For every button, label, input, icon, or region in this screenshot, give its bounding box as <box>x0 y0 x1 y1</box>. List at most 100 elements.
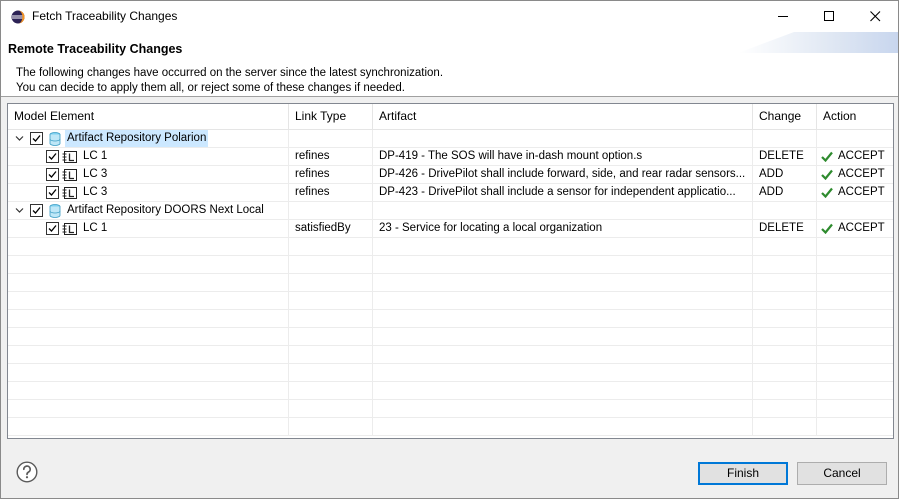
group-checkbox[interactable] <box>30 204 43 217</box>
lifecycle-element-icon <box>62 151 77 163</box>
dialog-window: Fetch Traceability Changes Remote Tracea… <box>0 0 899 499</box>
grid-cell <box>8 382 289 399</box>
artifact-cell <box>373 130 753 147</box>
grid-cell <box>289 346 373 363</box>
check-accept-icon <box>821 223 833 234</box>
column-header-action[interactable]: Action <box>817 104 893 130</box>
grid-cell <box>289 364 373 381</box>
link-type-cell <box>289 202 373 219</box>
element-label: LC 3 <box>83 186 108 198</box>
empty-row <box>8 364 893 382</box>
group-label[interactable]: Artifact Repository Polarion <box>65 130 209 147</box>
lifecycle-element-icon <box>62 169 77 181</box>
grid-cell <box>289 238 373 255</box>
chevron-down-icon[interactable] <box>15 206 24 215</box>
grid-cell <box>289 292 373 309</box>
title-bar[interactable]: Fetch Traceability Changes <box>1 1 898 32</box>
grid-cell <box>289 256 373 273</box>
change-cell <box>753 202 817 219</box>
grid-cell <box>373 328 753 345</box>
checkmark-icon <box>48 189 57 196</box>
grid-cell <box>373 400 753 417</box>
eclipse-icon <box>11 10 25 24</box>
tree-row-group[interactable]: Artifact Repository DOORS Next Local <box>8 202 893 220</box>
action-cell[interactable]: ACCEPT <box>817 166 893 183</box>
action-cell[interactable]: ACCEPT <box>817 220 893 237</box>
tree-row-group[interactable]: Artifact Repository Polarion <box>8 130 893 148</box>
group-label[interactable]: Artifact Repository DOORS Next Local <box>67 202 264 219</box>
grid-cell <box>373 346 753 363</box>
artifact-cell: DP-426 - DrivePilot shall include forwar… <box>373 166 753 183</box>
changes-tree-table[interactable]: Model Element Link Type Artifact Change … <box>7 103 894 439</box>
row-checkbox[interactable] <box>46 168 59 181</box>
empty-row <box>8 256 893 274</box>
element-label: LC 1 <box>83 150 108 162</box>
tree-row-link[interactable]: LC 3 refines DP-426 - DrivePilot shall i… <box>8 166 893 184</box>
change-cell: ADD <box>753 184 817 201</box>
tree-row-link[interactable]: LC 1 refines DP-419 - The SOS will have … <box>8 148 893 166</box>
grid-cell <box>8 328 289 345</box>
row-checkbox[interactable] <box>46 186 59 199</box>
grid-cell <box>8 346 289 363</box>
grid-cell <box>753 274 817 291</box>
change-cell <box>753 130 817 147</box>
empty-row <box>8 400 893 418</box>
change-cell: DELETE <box>753 220 817 237</box>
grid-cell <box>373 292 753 309</box>
link-type-cell <box>289 130 373 147</box>
help-icon[interactable] <box>16 461 38 483</box>
grid-cell <box>289 382 373 399</box>
link-type-cell: satisfiedBy <box>289 220 373 237</box>
tree-row-link[interactable]: LC 1 satisfiedBy 23 - Service for locati… <box>8 220 893 238</box>
grid-cell <box>8 310 289 327</box>
action-cell[interactable]: ACCEPT <box>817 148 893 165</box>
maximize-icon <box>823 11 834 21</box>
action-label: ACCEPT <box>838 186 885 198</box>
cancel-button[interactable]: Cancel <box>797 462 887 485</box>
empty-row <box>8 310 893 328</box>
link-type-cell: refines <box>289 184 373 201</box>
checkmark-icon <box>48 225 57 232</box>
grid-cell <box>289 274 373 291</box>
action-label: ACCEPT <box>838 150 885 162</box>
row-checkbox[interactable] <box>46 150 59 163</box>
group-checkbox[interactable] <box>30 132 43 145</box>
row-checkbox[interactable] <box>46 222 59 235</box>
empty-row <box>8 328 893 346</box>
grid-cell <box>373 274 753 291</box>
lifecycle-element-icon <box>62 223 77 235</box>
grid-cell <box>753 382 817 399</box>
model-element-cell: LC 3 <box>8 166 289 183</box>
artifact-cell: DP-423 - DrivePilot shall include a sens… <box>373 184 753 201</box>
grid-cell <box>373 310 753 327</box>
header-banner <box>738 32 898 53</box>
finish-button[interactable]: Finish <box>698 462 788 485</box>
grid-cell <box>373 418 753 435</box>
column-header-artifact[interactable]: Artifact <box>373 104 753 130</box>
chevron-down-icon[interactable] <box>15 134 24 143</box>
close-button[interactable] <box>852 1 898 32</box>
grid-cell <box>753 310 817 327</box>
maximize-button[interactable] <box>806 1 852 32</box>
column-header-model-element[interactable]: Model Element <box>8 104 289 130</box>
action-cell[interactable]: ACCEPT <box>817 184 893 201</box>
column-header-link-type[interactable]: Link Type <box>289 104 373 130</box>
grid-cell <box>373 364 753 381</box>
table-header: Model Element Link Type Artifact Change … <box>8 104 893 130</box>
header-separator <box>1 96 898 97</box>
grid-cell <box>289 310 373 327</box>
model-element-cell: LC 3 <box>8 184 289 201</box>
minimize-button[interactable] <box>760 1 806 32</box>
header-message: The following changes have occurred on t… <box>16 66 443 95</box>
tree-row-link[interactable]: LC 3 refines DP-423 - DrivePilot shall i… <box>8 184 893 202</box>
change-cell: DELETE <box>753 148 817 165</box>
check-accept-icon <box>821 151 833 162</box>
element-label: LC 1 <box>83 222 108 234</box>
grid-cell <box>753 238 817 255</box>
header-message-line1: The following changes have occurred on t… <box>16 67 444 79</box>
column-header-change[interactable]: Change <box>753 104 817 130</box>
grid-cell <box>373 382 753 399</box>
element-label: LC 3 <box>83 168 108 180</box>
empty-row <box>8 418 893 436</box>
grid-cell <box>753 364 817 381</box>
